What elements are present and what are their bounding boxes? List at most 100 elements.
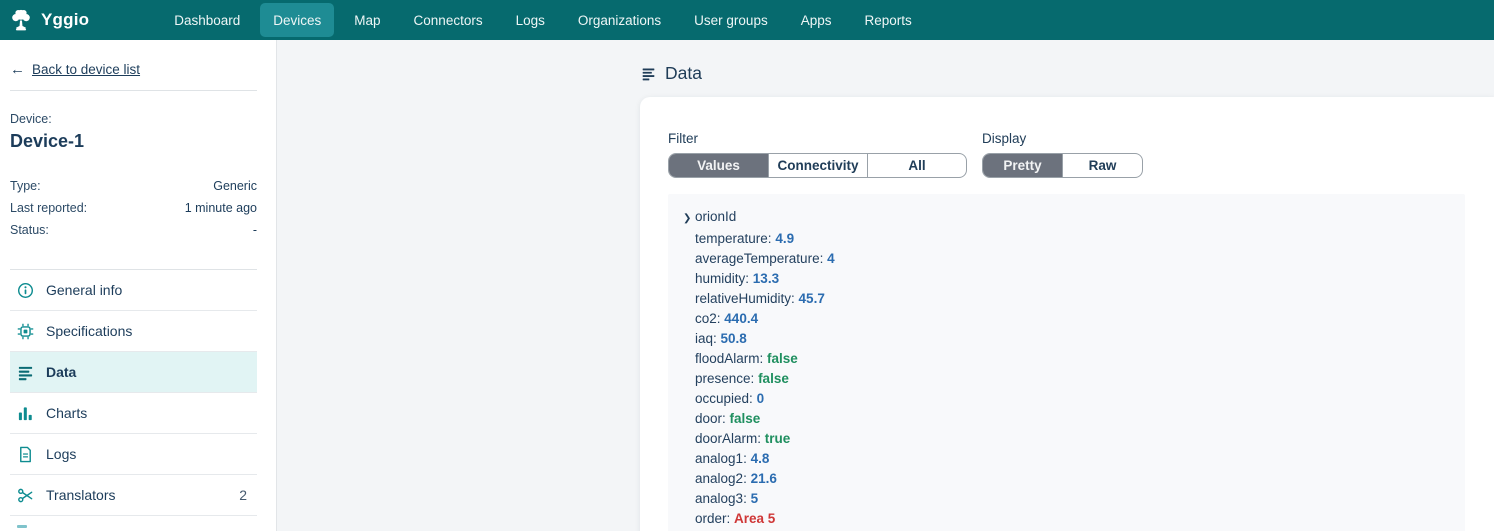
meta-label: Status:: [10, 219, 49, 241]
display-control: Display Pretty Raw: [982, 131, 1143, 178]
sidebar-item-specifications[interactable]: Specifications: [10, 311, 257, 352]
main-content: Data Filter Values Connectivity All Disp…: [640, 40, 1494, 531]
data-value: Area 5: [734, 511, 775, 526]
sidebar-item-general-info[interactable]: General info: [10, 270, 257, 311]
nav-item-apps[interactable]: Apps: [788, 3, 845, 37]
nav-item-user-groups[interactable]: User groups: [681, 3, 781, 37]
data-row-averageTemperature: averageTemperature4: [683, 249, 1465, 269]
arrow-left-icon: ←: [10, 62, 25, 77]
partial-menu-item-icon: [17, 525, 27, 528]
device-label: Device:: [10, 112, 257, 126]
data-value: 4: [827, 251, 835, 266]
filter-option-values[interactable]: Values: [669, 154, 768, 177]
sidebar-item-label: Logs: [46, 446, 76, 462]
filter-segmented-group: Values Connectivity All: [668, 153, 967, 178]
partial-menu-item: [10, 516, 257, 528]
sidebar-divider: [10, 90, 257, 91]
meta-row-last-reported: Last reported: 1 minute ago: [10, 197, 257, 219]
page-title: Data: [665, 63, 702, 84]
filter-label: Filter: [668, 131, 967, 146]
data-value: 5: [751, 491, 759, 506]
data-row-occupied: occupied0: [683, 389, 1465, 409]
data-value: 13.3: [753, 271, 779, 286]
data-card: Filter Values Connectivity All Display P…: [640, 97, 1494, 531]
data-value: false: [767, 351, 798, 366]
nav-item-logs[interactable]: Logs: [503, 3, 558, 37]
data-lines-icon: [17, 364, 34, 381]
display-segmented-group: Pretty Raw: [982, 153, 1143, 178]
brand[interactable]: Yggio: [8, 7, 89, 33]
filter-option-connectivity[interactable]: Connectivity: [768, 154, 867, 177]
device-meta: Type: Generic Last reported: 1 minute ag…: [10, 175, 257, 241]
sidebar-item-charts[interactable]: Charts: [10, 393, 257, 434]
data-row-presence: presencefalse: [683, 369, 1465, 389]
data-value: 21.6: [751, 471, 777, 486]
sidebar-item-label: General info: [46, 282, 122, 298]
meta-row-type: Type: Generic: [10, 175, 257, 197]
meta-value: Generic: [213, 175, 257, 197]
display-option-pretty[interactable]: Pretty: [983, 154, 1062, 177]
expand-chevron-icon: ❯: [683, 209, 695, 229]
data-row-iaq: iaq50.8: [683, 329, 1465, 349]
sidebar-menu: General info Specifications Data Charts …: [10, 270, 257, 516]
sidebar-item-data[interactable]: Data: [10, 352, 257, 393]
display-option-raw[interactable]: Raw: [1062, 154, 1142, 177]
data-row-doorAlarm: doorAlarmtrue: [683, 429, 1465, 449]
device-data-panel: ❯orionId temperature4.9 averageTemperatu…: [668, 194, 1465, 531]
meta-label: Type:: [10, 175, 41, 197]
sidebar-item-label: Data: [46, 364, 76, 380]
data-row-humidity: humidity13.3: [683, 269, 1465, 289]
nav-item-organizations[interactable]: Organizations: [565, 3, 674, 37]
translators-count-badge: 2: [239, 487, 247, 503]
main-nav: Dashboard Devices Map Connectors Logs Or…: [161, 0, 925, 40]
data-row-relativeHumidity: relativeHumidity45.7: [683, 289, 1465, 309]
data-row-order: orderArea 5: [683, 509, 1465, 529]
info-icon: [17, 282, 34, 299]
data-row-analog2: analog221.6: [683, 469, 1465, 489]
document-icon: [17, 446, 34, 463]
nav-item-map[interactable]: Map: [341, 3, 393, 37]
meta-value: -: [253, 219, 257, 241]
meta-label: Last reported:: [10, 197, 87, 219]
chip-icon: [17, 323, 34, 340]
meta-value: 1 minute ago: [185, 197, 257, 219]
nav-item-dashboard[interactable]: Dashboard: [161, 3, 253, 37]
data-row-door: doorfalse: [683, 409, 1465, 429]
nav-item-devices[interactable]: Devices: [260, 3, 334, 37]
data-value: true: [765, 431, 791, 446]
sidebar-item-translators[interactable]: Translators 2: [10, 475, 257, 516]
data-value: 45.7: [799, 291, 825, 306]
device-sidebar: ← Back to device list Device: Device-1 T…: [0, 40, 277, 531]
data-row-orionId[interactable]: ❯orionId: [683, 207, 1465, 229]
filter-option-all[interactable]: All: [867, 154, 966, 177]
sidebar-item-label: Translators: [46, 487, 116, 503]
data-value: false: [758, 371, 789, 386]
sidebar-item-label: Specifications: [46, 323, 132, 339]
data-value: 0: [757, 391, 765, 406]
back-to-device-list-link[interactable]: Back to device list: [32, 62, 140, 77]
data-lines-icon: [641, 66, 656, 81]
data-row-analog3: analog35: [683, 489, 1465, 509]
data-row-temperature: temperature4.9: [683, 229, 1465, 249]
filter-control: Filter Values Connectivity All: [668, 131, 967, 178]
tree-logo-icon: [8, 7, 34, 33]
data-value: 4.8: [751, 451, 770, 466]
bar-chart-icon: [17, 405, 34, 422]
device-name: Device-1: [10, 131, 257, 152]
brand-name: Yggio: [41, 10, 89, 30]
data-value: 50.8: [721, 331, 747, 346]
data-row-co2: co2440.4: [683, 309, 1465, 329]
nav-item-connectors[interactable]: Connectors: [401, 3, 496, 37]
nav-item-reports[interactable]: Reports: [852, 3, 925, 37]
scissors-icon: [17, 487, 34, 504]
meta-row-status: Status: -: [10, 219, 257, 241]
sidebar-item-label: Charts: [46, 405, 87, 421]
data-row-analog1: analog14.8: [683, 449, 1465, 469]
data-row-floodAlarm: floodAlarmfalse: [683, 349, 1465, 369]
data-value: false: [730, 411, 761, 426]
data-value: 440.4: [724, 311, 758, 326]
display-label: Display: [982, 131, 1143, 146]
top-navbar: Yggio Dashboard Devices Map Connectors L…: [0, 0, 1494, 40]
sidebar-item-logs[interactable]: Logs: [10, 434, 257, 475]
controls-row: Filter Values Connectivity All Display P…: [640, 97, 1494, 178]
